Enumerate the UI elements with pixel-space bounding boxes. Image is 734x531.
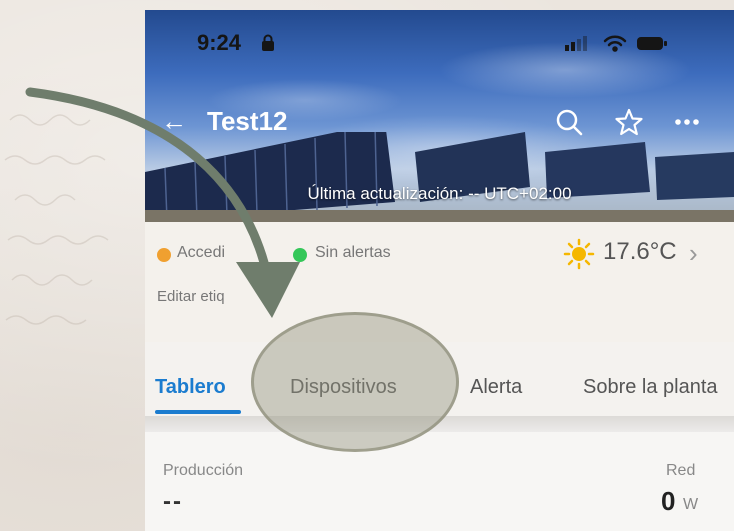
tab-alerta[interactable]: Alerta <box>470 376 522 399</box>
lock-icon <box>262 34 274 51</box>
dashboard-content <box>145 432 734 531</box>
production-label: Producción <box>163 462 244 479</box>
handwriting-texture <box>4 114 109 325</box>
connection-status: Accedi <box>177 244 226 261</box>
active-tab-indicator <box>155 410 241 414</box>
tab-sobre-la-planta[interactable]: Sobre la planta <box>583 376 718 399</box>
signal-icon <box>565 36 587 51</box>
status-green-dot <box>293 248 307 262</box>
status-time: 9:24 <box>197 30 242 55</box>
back-arrow-icon[interactable]: ← <box>161 106 191 136</box>
highlight-circle <box>251 312 459 452</box>
status-orange-dot <box>157 248 171 262</box>
weather-temperature[interactable]: 17.6°C <box>603 238 677 266</box>
battery-icon <box>637 37 667 50</box>
phone-screen: 9:24 ← Test12 Última actualización: -- U… <box>145 10 734 531</box>
star-icon[interactable] <box>615 108 643 136</box>
status-bar: 9:24 <box>145 10 734 70</box>
alerts-status[interactable]: Sin alertas <box>315 244 391 262</box>
plant-title: Test12 <box>207 106 288 136</box>
status-icons <box>565 35 667 52</box>
chevron-right-icon[interactable]: › <box>689 238 698 269</box>
tab-tablero[interactable]: Tablero <box>155 376 226 399</box>
more-icon[interactable] <box>673 108 701 136</box>
edit-tags-link[interactable]: Editar etiq <box>157 288 225 305</box>
last-update-text: Última actualización: -- UTC+02:00 <box>307 184 572 203</box>
grid-unit: W <box>683 496 699 513</box>
wifi-icon <box>603 35 627 52</box>
solar-panels-image <box>145 132 734 222</box>
sun-icon <box>563 238 595 270</box>
grid-label: Red <box>666 462 696 479</box>
production-value: -- <box>163 488 183 515</box>
grid-value: 0 <box>661 486 676 516</box>
search-icon[interactable] <box>555 108 583 136</box>
